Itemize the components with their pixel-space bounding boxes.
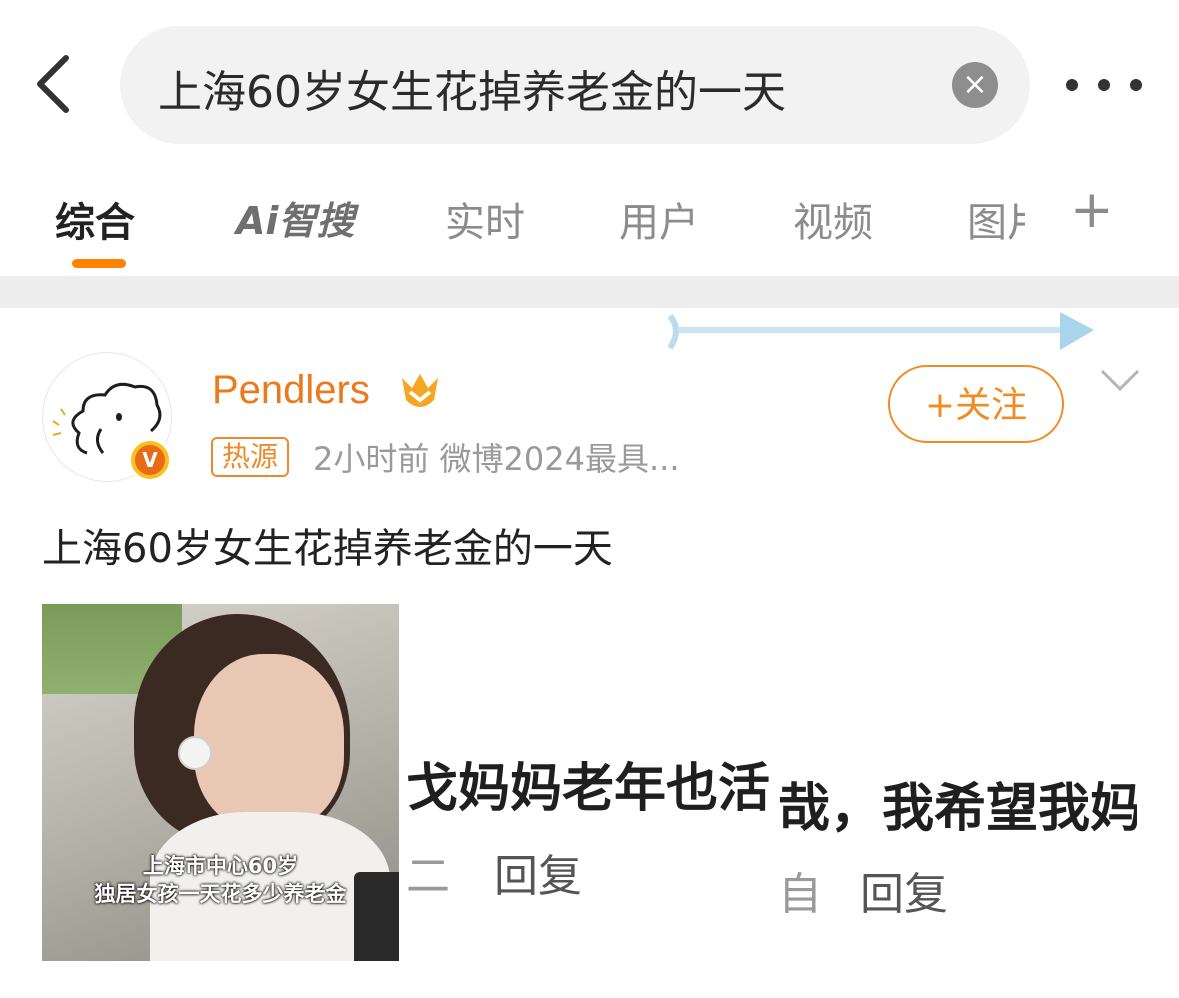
dot-icon	[1066, 79, 1078, 91]
verified-badge: V	[128, 438, 172, 482]
search-input[interactable]: 上海60岁女生花掉养老金的一天 ×	[120, 26, 1030, 144]
tab-users[interactable]: 用户	[619, 190, 699, 248]
dot-icon	[1130, 79, 1142, 91]
add-tab-icon[interactable]: +	[1070, 184, 1114, 236]
close-icon: ×	[962, 67, 988, 102]
post-meta: 2小时前 微博2024最具...	[313, 440, 680, 478]
more-options-button[interactable]	[1066, 72, 1142, 98]
chevron-left-icon	[37, 55, 69, 113]
verified-v-icon: V	[135, 445, 165, 475]
search-query-text: 上海60岁女生花掉养老金的一天	[158, 67, 786, 118]
screenshot-reply-label-2: 回复	[860, 869, 948, 920]
post-image-video-thumbnail[interactable]: 上海市中心60岁 独居女孩一天花多少养老金	[42, 604, 399, 961]
screenshot-fragment-2: 自	[778, 869, 822, 920]
source-badge: 热源	[211, 437, 290, 477]
follow-button[interactable]: +关注	[888, 365, 1064, 443]
tab-ai-search[interactable]: Ai智搜	[236, 190, 354, 245]
chevron-down-icon[interactable]	[1100, 368, 1140, 392]
tab-comprehensive[interactable]: 综合	[55, 190, 135, 248]
dot-icon	[1098, 79, 1110, 91]
woman-face	[194, 654, 344, 830]
pen-stroke-decoration	[667, 312, 1094, 350]
tab-images[interactable]: 图片	[967, 190, 1025, 248]
screenshot-fragment: 二	[406, 851, 450, 902]
post-text: 上海60岁女生花掉养老金的一天	[42, 526, 613, 572]
active-tab-indicator	[72, 259, 126, 268]
post-image-comment-screenshot[interactable]: 戈妈妈老年也活 二 回复	[406, 604, 778, 961]
post-username[interactable]: Pendlers	[212, 368, 370, 413]
search-tabs: 综合 Ai智搜 实时 用户 视频 图片 +	[0, 176, 1179, 276]
section-divider	[0, 276, 1179, 308]
earring	[178, 736, 212, 770]
screenshot-comment-text: 戈妈妈老年也活	[406, 759, 771, 819]
image-caption-line2: 独居女孩一天花多少养老金	[94, 882, 347, 906]
member-crown-icon	[402, 374, 438, 407]
clear-search-button[interactable]: ×	[952, 62, 998, 108]
back-button[interactable]	[30, 52, 86, 116]
screenshot-reply-label: 回复	[494, 851, 582, 902]
screenshot-comment-text-2: 哉，我希望我妈	[778, 779, 1137, 839]
post-image-comment-screenshot-2[interactable]: 哉，我希望我妈 自 回复	[778, 604, 1137, 961]
image-caption-line1: 上海市中心60岁	[142, 854, 299, 878]
tab-videos[interactable]: 视频	[793, 190, 873, 248]
tab-realtime[interactable]: 实时	[445, 190, 525, 248]
